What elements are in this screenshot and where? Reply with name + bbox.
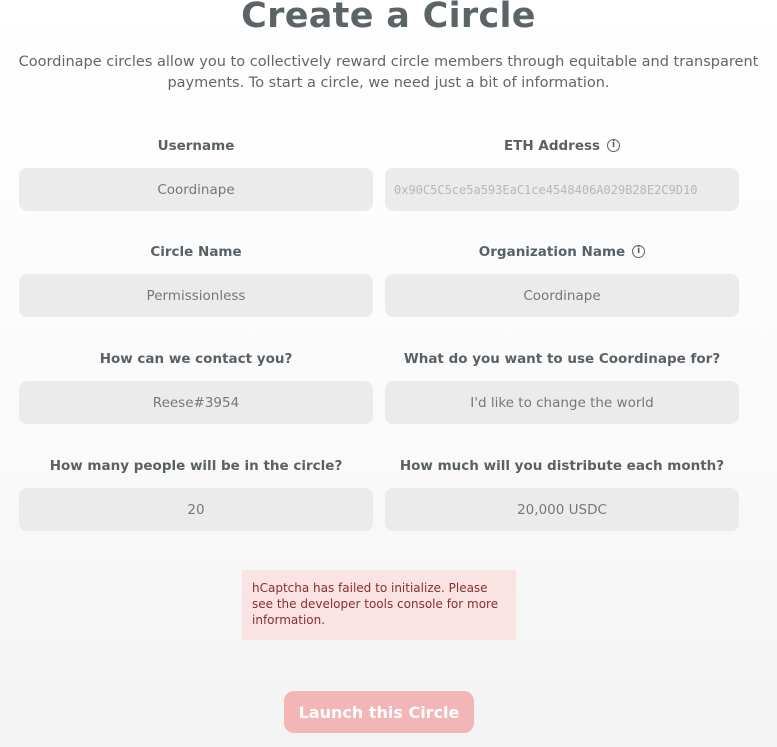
launch-circle-button[interactable]: Launch this Circle xyxy=(284,691,474,733)
eth-address-field-group: ETH Address i 0x90C5C5ce5a593EaC1ce45484… xyxy=(385,136,739,211)
info-icon[interactable]: i xyxy=(632,244,646,258)
username-input[interactable]: Coordinape xyxy=(19,168,373,211)
contact-input[interactable]: Reese#3954 xyxy=(19,381,373,424)
eth-address-label: ETH Address i xyxy=(385,136,739,156)
username-field-group: Username Coordinape xyxy=(19,136,373,211)
distribute-label: How much will you distribute each month? xyxy=(399,458,725,474)
use-for-field-group: What do you want to use Coordinape for? … xyxy=(385,349,739,424)
circle-name-input[interactable]: Permissionless xyxy=(19,274,373,317)
distribute-input[interactable]: 20,000 USDC xyxy=(385,488,739,531)
intro-text: Coordinape circles allow you to collecti… xyxy=(18,54,759,91)
eth-address-input[interactable]: 0x90C5C5ce5a593EaC1ce4548406A029B28E2C9D… xyxy=(385,168,739,211)
people-label: How many people will be in the circle? xyxy=(49,458,343,474)
use-for-input[interactable]: I'd like to change the world xyxy=(385,381,739,424)
use-for-label: What do you want to use Coordinape for? xyxy=(403,351,721,367)
contact-label: How can we contact you? xyxy=(99,351,293,367)
captcha-error-message: hCaptcha has failed to initialize. Pleas… xyxy=(242,570,516,640)
circle-name-field-group: Circle Name Permissionless xyxy=(19,242,373,317)
info-icon[interactable]: i xyxy=(607,138,621,152)
circle-name-label: Circle Name xyxy=(150,244,242,260)
username-label: Username xyxy=(157,138,235,154)
people-input[interactable]: 20 xyxy=(19,488,373,531)
organization-name-label: Organization Name i xyxy=(385,242,739,262)
page-title: Create a Circle xyxy=(241,0,536,36)
distribute-field-group: How much will you distribute each month?… xyxy=(385,456,739,531)
organization-name-input[interactable]: Coordinape xyxy=(385,274,739,317)
contact-field-group: How can we contact you? Reese#3954 xyxy=(19,349,373,424)
people-field-group: How many people will be in the circle? 2… xyxy=(19,456,373,531)
organization-name-field-group: Organization Name i Coordinape xyxy=(385,242,739,317)
